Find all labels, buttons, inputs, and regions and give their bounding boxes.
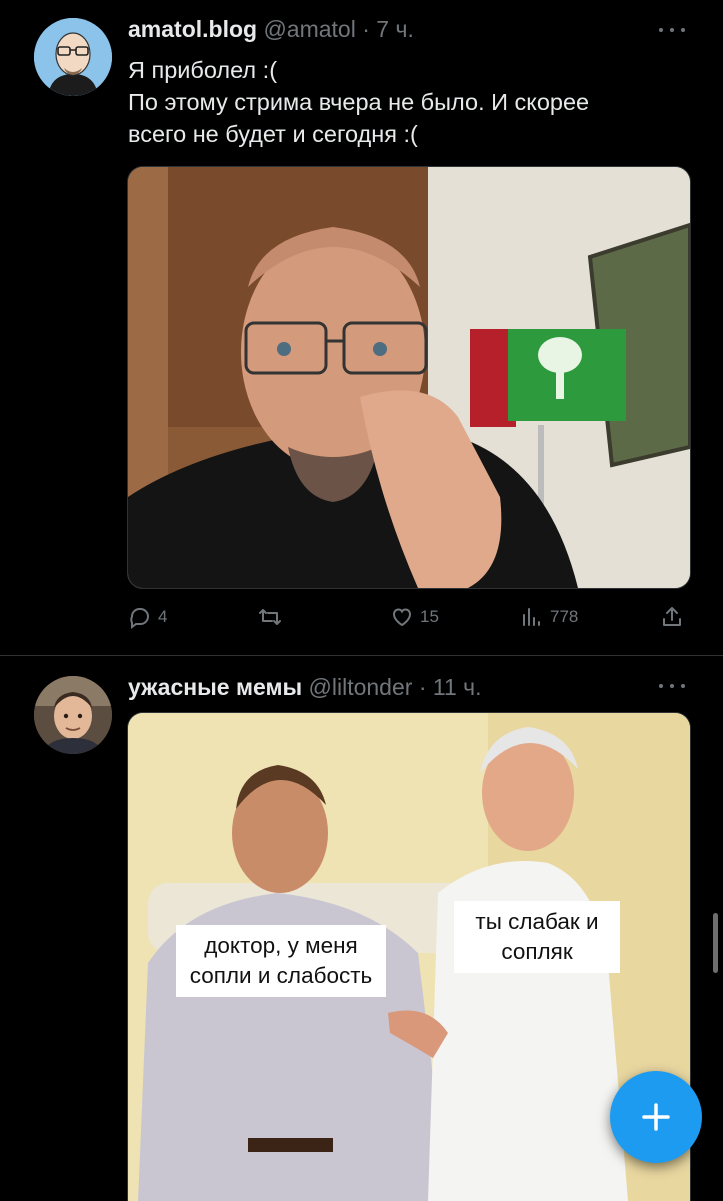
retweet-button[interactable] <box>258 600 288 634</box>
handle[interactable]: @liltonder <box>309 674 413 700</box>
meme-caption-right: ты слабак и сопляк <box>454 901 620 973</box>
like-button[interactable]: 15 <box>390 600 439 634</box>
timestamp[interactable]: 7 ч. <box>376 16 414 42</box>
plus-icon <box>642 1103 670 1131</box>
tweet-text: Я приболел :( По этому стрима вчера не б… <box>128 54 688 150</box>
tweet-header: ужасные мемы @liltonder · 11 ч. <box>128 674 482 701</box>
views-count: 778 <box>550 607 579 626</box>
tweet-text-line: По этому стрима вчера не было. И скорее <box>128 89 590 115</box>
avatar[interactable] <box>34 676 112 754</box>
reply-icon <box>130 608 150 629</box>
scrollbar[interactable] <box>713 913 718 973</box>
tweet-header: amatol.blog @amatol · 7 ч. <box>128 16 414 43</box>
views-button[interactable]: 778 <box>520 600 578 634</box>
tweet-photo[interactable] <box>127 166 691 589</box>
timestamp[interactable]: 11 ч. <box>433 674 482 700</box>
more-icon[interactable] <box>659 26 685 34</box>
tweet[interactable]: amatol.blog @amatol · 7 ч. Я приболел :(… <box>0 0 723 655</box>
tweet-text-line: Я приболел :( <box>128 57 278 83</box>
share-icon <box>663 607 681 626</box>
avatar[interactable] <box>34 18 112 96</box>
tweet-text-line: всего не будет и сегодня :( <box>128 121 418 147</box>
display-name[interactable]: ужасные мемы <box>128 674 302 700</box>
reply-button[interactable]: 4 <box>128 600 167 634</box>
retweet-icon <box>259 609 281 625</box>
display-name[interactable]: amatol.blog <box>128 16 257 42</box>
tweet-actions: 4 15 778 <box>128 600 690 636</box>
separator: · <box>362 16 370 42</box>
meme-caption-left: доктор, у меня сопли и слабость <box>176 925 386 997</box>
heart-icon <box>392 608 412 627</box>
more-icon[interactable] <box>659 682 685 690</box>
views-icon <box>523 608 540 626</box>
like-count: 15 <box>420 607 439 626</box>
reply-count: 4 <box>158 607 168 626</box>
handle[interactable]: @amatol <box>263 16 355 42</box>
compose-button[interactable] <box>610 1071 702 1163</box>
meme-image[interactable]: доктор, у меня сопли и слабость ты слаба… <box>127 712 691 1201</box>
share-button[interactable] <box>660 600 684 634</box>
separator: · <box>418 674 427 700</box>
